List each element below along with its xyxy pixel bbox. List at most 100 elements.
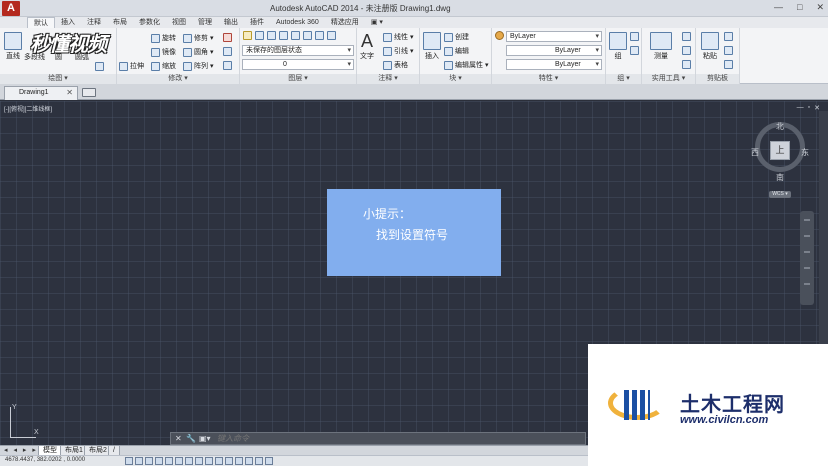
compass-north[interactable]: 北: [776, 121, 784, 132]
tab-layout[interactable]: 布局: [107, 17, 133, 28]
layer-walk-icon[interactable]: [327, 31, 336, 40]
tab-default[interactable]: 默认: [27, 17, 55, 28]
tab-featured-apps[interactable]: 精选应用: [325, 17, 365, 28]
close-button[interactable]: ✕: [816, 2, 824, 13]
scale-tool[interactable]: 缩放: [151, 61, 176, 71]
compass-east[interactable]: 东: [801, 147, 809, 158]
tab-more[interactable]: ▣ ▾: [365, 17, 389, 28]
polar-tracking-icon[interactable]: [165, 457, 173, 465]
selection-cycling-icon[interactable]: [255, 457, 263, 465]
new-drawing-icon[interactable]: [82, 88, 96, 97]
group-edit-tool[interactable]: [630, 46, 639, 55]
copy-clip-tool[interactable]: [724, 46, 733, 55]
layer-previous-icon[interactable]: [315, 31, 324, 40]
layer-freeze-icon[interactable]: [279, 31, 288, 40]
stretch-tool[interactable]: 拉伸: [119, 61, 144, 71]
quick-properties-icon[interactable]: [245, 457, 253, 465]
object-snap-tracking-icon[interactable]: [195, 457, 203, 465]
compass-west[interactable]: 西: [751, 147, 759, 158]
layer-off-icon[interactable]: [255, 31, 264, 40]
coordinates-readout[interactable]: 4678.4437, 382.0202 , 0.0000: [5, 457, 85, 463]
tab-view[interactable]: 视图: [166, 17, 192, 28]
color-dropdown[interactable]: ByLayer: [506, 31, 602, 42]
insert-block-tool[interactable]: 插入: [423, 32, 441, 61]
wcs-menu[interactable]: WCS ▾: [769, 191, 791, 198]
tab-autodesk-360[interactable]: Autodesk 360: [270, 17, 325, 28]
line-tool[interactable]: 直线: [4, 32, 22, 61]
tab-plugins[interactable]: 插件: [244, 17, 270, 28]
infer-constraints-icon[interactable]: [125, 457, 133, 465]
lineweight-icon[interactable]: [225, 457, 233, 465]
close-tab-icon[interactable]: ✕: [66, 87, 73, 99]
panel-title-block[interactable]: 块 ▾: [420, 74, 491, 84]
edit-attributes-tool[interactable]: 编辑属性 ▾: [444, 60, 488, 70]
layer-isolate-icon[interactable]: [267, 31, 276, 40]
document-tab-drawing1[interactable]: Drawing1 ✕: [4, 86, 78, 100]
current-layer-dropdown[interactable]: 0: [242, 59, 354, 70]
tab-manage[interactable]: 管理: [192, 17, 218, 28]
tab-output[interactable]: 输出: [218, 17, 244, 28]
autocad-logo-icon[interactable]: A: [2, 1, 20, 16]
mirror-tool[interactable]: 镜像: [151, 47, 176, 57]
ortho-mode-icon[interactable]: [155, 457, 163, 465]
panel-title-utilities[interactable]: 实用工具 ▾: [642, 74, 695, 84]
viewport-label[interactable]: [-][俯视][二维线框]: [4, 104, 52, 113]
dynamic-input-icon[interactable]: [215, 457, 223, 465]
table-tool[interactable]: 表格: [383, 60, 408, 70]
compass-south[interactable]: 南: [776, 172, 784, 183]
select-all-tool[interactable]: [682, 46, 691, 55]
hatch-tool[interactable]: [95, 62, 104, 71]
tab-annotate[interactable]: 注释: [81, 17, 107, 28]
paste-tool[interactable]: 粘贴: [701, 32, 719, 61]
text-tool[interactable]: A 文字: [360, 32, 374, 61]
snap-mode-icon[interactable]: [135, 457, 143, 465]
array-tool[interactable]: 阵列 ▾: [183, 61, 213, 71]
explode-tool[interactable]: [223, 61, 232, 70]
leader-tool[interactable]: 引线 ▾: [383, 46, 413, 56]
group-tool[interactable]: 组: [609, 32, 627, 61]
id-point-tool[interactable]: [682, 60, 691, 69]
panel-title-annotation[interactable]: 注释 ▾: [357, 74, 419, 84]
erase-tool[interactable]: [223, 33, 232, 42]
ungroup-tool[interactable]: [630, 32, 639, 41]
tab-parametric[interactable]: 参数化: [133, 17, 166, 28]
layout-nav-arrows[interactable]: ◂ ◂ ▸ ▸: [4, 446, 38, 454]
dimension-tool[interactable]: 线性 ▾: [383, 32, 413, 42]
object-snap-icon[interactable]: [175, 457, 183, 465]
command-customize-icon[interactable]: 🔧: [186, 434, 196, 443]
panel-title-groups[interactable]: 组 ▾: [606, 74, 641, 84]
create-block-tool[interactable]: 创建: [444, 32, 469, 42]
command-history-icon[interactable]: ▣▾: [199, 434, 211, 443]
match-properties-tool[interactable]: [495, 31, 504, 40]
transparency-icon[interactable]: [235, 457, 243, 465]
edit-block-tool[interactable]: 编辑: [444, 46, 469, 56]
panel-title-layers[interactable]: 图层 ▾: [240, 74, 356, 84]
lineweight-dropdown[interactable]: ByLayer: [506, 59, 602, 70]
cut-tool[interactable]: [724, 32, 733, 41]
quick-calc-tool[interactable]: [682, 32, 691, 41]
rotate-tool[interactable]: 旋转: [151, 33, 176, 43]
panel-title-modify[interactable]: 修改 ▾: [117, 74, 239, 84]
minimize-button[interactable]: —: [774, 2, 783, 13]
viewcube-top-face[interactable]: 上: [770, 141, 790, 160]
maximize-button[interactable]: □: [797, 2, 802, 13]
panel-title-draw[interactable]: 绘图 ▾: [0, 74, 116, 84]
command-input[interactable]: [217, 433, 577, 444]
command-close-icon[interactable]: ✕: [175, 434, 182, 443]
match-prop-tool[interactable]: [724, 60, 733, 69]
trim-tool[interactable]: 修剪 ▾: [183, 33, 213, 43]
tab-insert[interactable]: 插入: [55, 17, 81, 28]
viewport-restore-icon[interactable]: ▫: [808, 104, 810, 112]
grid-display-icon[interactable]: [145, 457, 153, 465]
viewport-minimize-icon[interactable]: —: [797, 104, 804, 112]
layer-match-icon[interactable]: [303, 31, 312, 40]
layer-properties-icon[interactable]: [243, 31, 252, 40]
navigation-bar[interactable]: [800, 211, 814, 305]
linetype-dropdown[interactable]: ByLayer: [506, 45, 602, 56]
layer-lock-icon[interactable]: [291, 31, 300, 40]
fillet-tool[interactable]: 圆角 ▾: [183, 47, 213, 57]
annotation-monitor-icon[interactable]: [265, 457, 273, 465]
3d-object-snap-icon[interactable]: [185, 457, 193, 465]
panel-title-properties[interactable]: 特性 ▾: [492, 74, 605, 84]
copy-tool[interactable]: [223, 47, 232, 56]
